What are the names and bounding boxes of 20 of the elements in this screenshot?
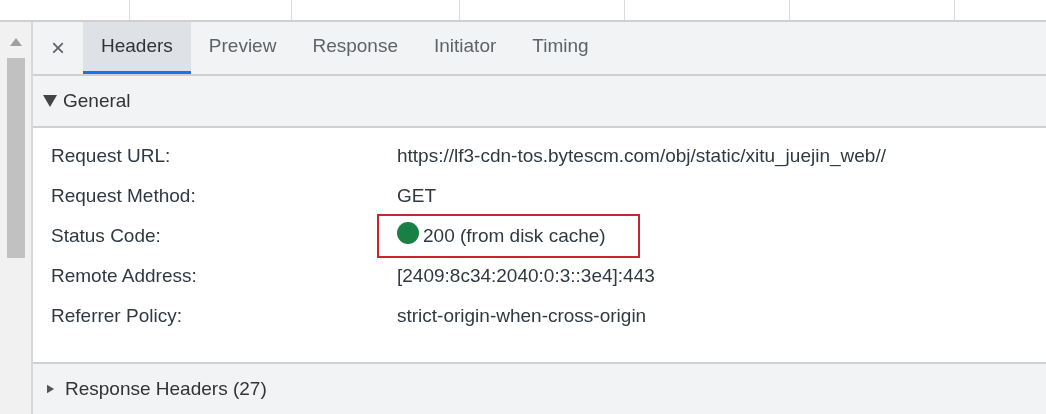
header-value: https://lf3-cdn-tos.bytescm.com/obj/static/xitu_juejin_web// bbox=[397, 143, 886, 169]
header-name: Referrer Policy: bbox=[51, 303, 183, 328]
header-value: GET bbox=[397, 183, 437, 208]
header-name: Remote Address: bbox=[51, 263, 198, 288]
tab[interactable]: Initiator bbox=[415, 22, 515, 74]
triangle-down-icon bbox=[43, 95, 57, 107]
tab[interactable]: Preview bbox=[190, 22, 295, 74]
header-value: 200 (from disk cache) bbox=[423, 223, 606, 248]
tab[interactable]: Response bbox=[294, 22, 416, 74]
header-value: strict-origin-when-cross-origin bbox=[397, 303, 647, 328]
scrollbar-thumb[interactable] bbox=[6, 58, 25, 258]
header-name: Status Code: bbox=[51, 223, 162, 248]
scroll-up-icon[interactable] bbox=[9, 38, 22, 46]
header-name: Request Method: bbox=[51, 183, 197, 208]
tab[interactable]: Headers bbox=[83, 22, 191, 74]
header-name: Request URL: bbox=[51, 143, 172, 168]
header-value: [2409:8c34:2040:0:3::3e4]:443 bbox=[397, 263, 655, 288]
close-button[interactable]: × bbox=[33, 22, 83, 74]
section-header[interactable]: Response Headers (27) bbox=[33, 364, 1046, 414]
tab[interactable]: Timing bbox=[514, 22, 607, 74]
